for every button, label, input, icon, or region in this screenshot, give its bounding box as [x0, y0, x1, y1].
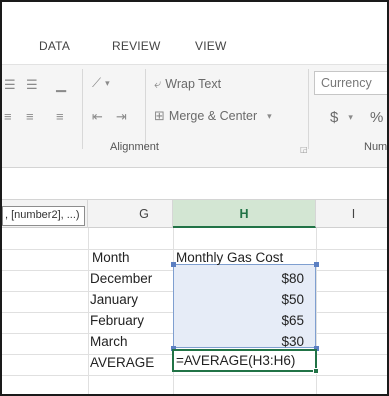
cell-g7[interactable]: AVERAGE [90, 355, 154, 370]
currency-symbol: $ [330, 109, 339, 126]
cell-h5[interactable]: $65 [176, 313, 304, 328]
align-bottom-icon: ☰ [26, 77, 38, 92]
align-bottom-alt-icon: ▁ [56, 77, 66, 92]
cell-h2[interactable]: Monthly Gas Cost [176, 250, 283, 265]
cell-g4[interactable]: January [90, 292, 138, 307]
increase-indent-icon: ⇥ [116, 109, 127, 124]
number-format-dropdown[interactable]: Currency [314, 71, 387, 95]
column-header-h[interactable]: H [173, 200, 316, 228]
alignment-dialog-launcher-icon[interactable]: ◲ [300, 145, 308, 154]
function-argument-tooltip: , [number2], ...) [2, 206, 85, 226]
alignment-group-label: Alignment [110, 141, 159, 153]
decrease-indent-icon: ⇤ [92, 109, 103, 124]
merge-center-button[interactable]: ⊞ Merge & Center ▾ [154, 108, 272, 124]
column-header-g[interactable]: G [88, 200, 173, 228]
ribbon-divider [82, 69, 83, 149]
grid-line [2, 375, 387, 376]
align-center-icon: ≡ [26, 109, 34, 124]
orientation-icon: ⟋ [92, 75, 102, 90]
decrease-indent-button[interactable]: ⇤ [92, 109, 103, 125]
column-header-i-label: I [351, 207, 356, 221]
grid-line [88, 228, 89, 394]
align-middle-icon: ☰ [4, 77, 16, 92]
chevron-down-icon: ▾ [105, 77, 110, 88]
fill-handle[interactable] [313, 368, 319, 374]
cell-h3[interactable]: $80 [176, 271, 304, 286]
cell-g2[interactable]: Month [92, 250, 130, 265]
tab-view[interactable]: VIEW [195, 39, 226, 53]
align-right-icon: ≡ [56, 109, 64, 124]
number-group-label: Num [364, 141, 388, 153]
ribbon-home: ☰ ☰ ▁ ⟋ ▾ ⤶ Wrap Text ≡ ≡ ≡ ⇤ ⇥ ⊞ Merge & C… [2, 64, 387, 168]
align-right-button[interactable]: ≡ [56, 109, 64, 124]
chevron-down-icon: ▾ [348, 112, 353, 122]
cell-h6[interactable]: $30 [176, 334, 304, 349]
align-bottom-button[interactable]: ☰ [26, 77, 38, 93]
tab-data[interactable]: DATA [39, 39, 70, 53]
align-middle-button[interactable]: ☰ [4, 77, 16, 93]
percent-style-button[interactable]: % [370, 109, 383, 126]
column-header-g-label: G [139, 207, 149, 221]
align-bottom-alt-button[interactable]: ▁ [56, 77, 66, 93]
column-header-h-label: H [239, 207, 249, 221]
cell-g5[interactable]: February [90, 313, 144, 328]
align-center-button[interactable]: ≡ [26, 109, 34, 124]
range-handle[interactable] [314, 262, 319, 267]
align-left-icon: ≡ [4, 109, 12, 124]
worksheet-grid: G H I , [number2], ...) Month Monthly Ga… [2, 200, 387, 394]
wrap-text-icon: ⤶ [154, 76, 162, 91]
ribbon-tab-bar: DATA REVIEW VIEW [2, 2, 387, 64]
ribbon-divider [145, 69, 146, 149]
formula-bar-area [2, 168, 387, 200]
column-header-i[interactable]: I [316, 200, 387, 228]
chevron-down-icon: ▾ [267, 110, 272, 121]
align-left-button[interactable]: ≡ [4, 109, 12, 124]
merge-center-icon: ⊞ [154, 108, 165, 123]
accounting-format-button[interactable]: $ ▾ [330, 109, 353, 126]
orientation-button[interactable]: ⟋ ▾ [92, 75, 110, 91]
tab-review[interactable]: REVIEW [112, 39, 161, 53]
cell-g3[interactable]: December [90, 271, 152, 286]
ribbon-divider [308, 69, 309, 149]
cell-g6[interactable]: March [90, 334, 128, 349]
wrap-text-button[interactable]: ⤶ Wrap Text [154, 76, 221, 92]
increase-indent-button[interactable]: ⇥ [116, 109, 127, 125]
percent-symbol: % [370, 109, 384, 126]
cell-h4[interactable]: $50 [176, 292, 304, 307]
wrap-text-label: Wrap Text [165, 77, 222, 91]
merge-center-label: Merge & Center [168, 109, 258, 123]
excel-window: DATA REVIEW VIEW ☰ ☰ ▁ ⟋ ▾ ⤶ Wrap Text ≡ ≡… [0, 0, 389, 396]
active-cell-h7[interactable]: =AVERAGE(H3:H6) [172, 349, 317, 372]
